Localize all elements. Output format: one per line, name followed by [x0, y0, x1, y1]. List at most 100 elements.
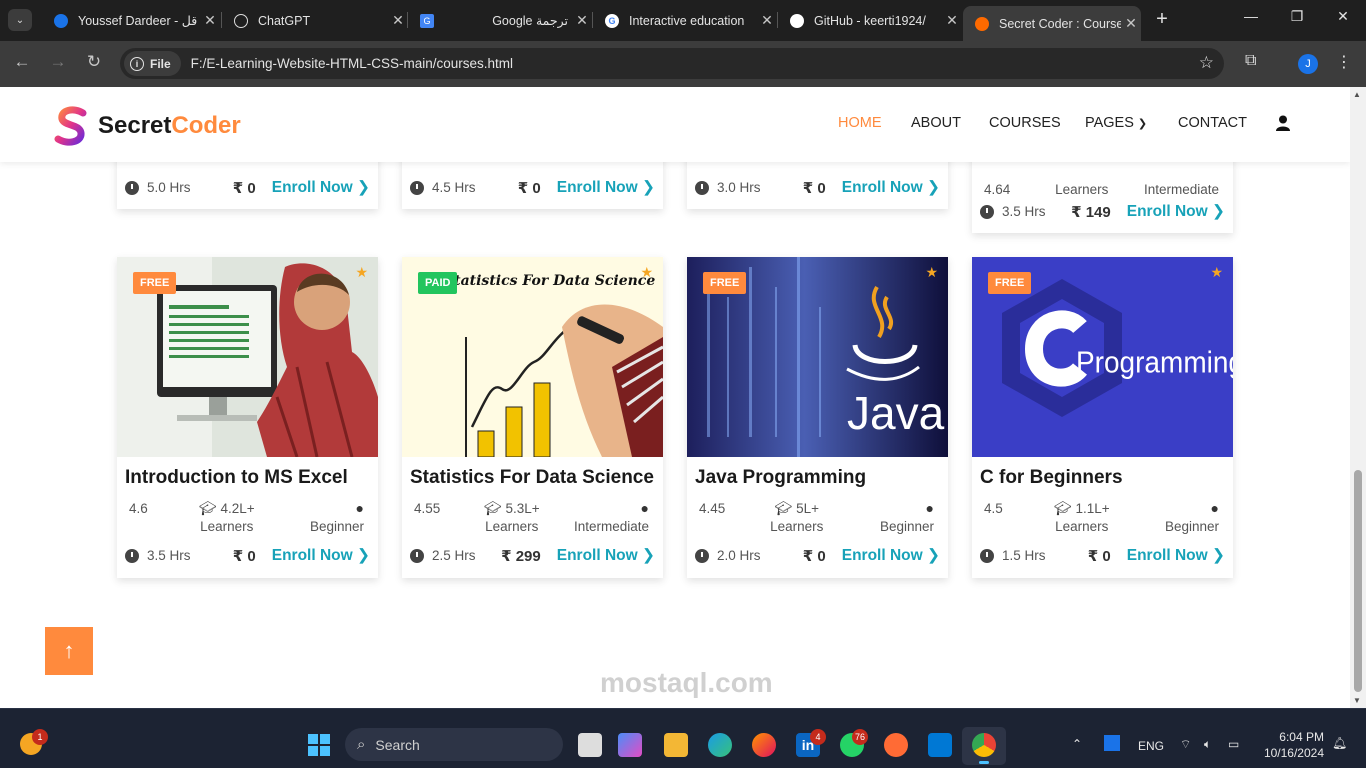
back-arrow-icon[interactable]: ← [10, 52, 34, 72]
nav-about[interactable]: ABOUT [911, 115, 961, 131]
close-tab-icon[interactable]: ✕ [200, 12, 220, 29]
extensions-icon[interactable]: ⧉ [1245, 52, 1256, 70]
close-tab-icon[interactable]: ✕ [572, 12, 592, 29]
clock-icon [125, 548, 139, 563]
course-title[interactable]: C for Beginners [972, 457, 1233, 490]
bookmark-star-icon[interactable]: ☆ [1199, 53, 1214, 73]
postman-icon[interactable] [884, 733, 908, 757]
hours-text: 2.0 Hrs [717, 548, 761, 563]
date-text: 10/16/2024 [1263, 746, 1324, 760]
edge-icon[interactable] [708, 733, 732, 757]
course-footer: 3.5 Hrs ₹ 0 Enroll Now ❯ [117, 537, 378, 578]
chrome-taskbar-button[interactable] [962, 727, 1006, 765]
firefox-icon[interactable] [752, 733, 776, 757]
course-thumbnail: Programming FREE [972, 257, 1233, 457]
course-card[interactable]: FREE Introduction to MS Excel ★ 4.6 🎓︎ 4.… [117, 257, 378, 578]
hours-text: 1.5 Hrs [1002, 548, 1046, 563]
language-indicator[interactable]: ENG [1138, 739, 1164, 753]
enroll-button[interactable]: Enroll Now ❯ [842, 546, 940, 565]
course-title[interactable]: Introduction to MS Excel [117, 457, 378, 490]
logo-text: SecretCoder [98, 112, 241, 139]
close-tab-icon[interactable]: ✕ [942, 12, 962, 29]
tab-search-button[interactable]: ⌄ [8, 9, 32, 31]
learners-label: Learners [485, 519, 539, 534]
site-logo[interactable]: SecretCoder [50, 104, 241, 148]
profile-favicon-icon [54, 13, 68, 28]
secret-coder-favicon-icon [975, 16, 989, 31]
restore-button[interactable]: ❐ [1282, 8, 1312, 25]
level: Beginner [879, 519, 934, 534]
course-card[interactable]: Java FREE Java Programming ★ 4.45 🎓︎ 5L+ L… [687, 257, 948, 578]
tab-github[interactable]: GitHub - keerti1924/ ✕ [778, 6, 962, 35]
notification-badge: 4 [810, 729, 826, 745]
scrollbar-thumb[interactable] [1354, 470, 1362, 692]
enroll-button[interactable]: Enroll Now ❯ [272, 178, 370, 197]
tab-chatgpt[interactable]: ChatGPT ✕ [222, 6, 408, 35]
learners-label: Learners [1055, 519, 1109, 534]
course-card[interactable]: Statistics For Data Science PAID Statist… [402, 257, 663, 578]
windows-start-icon[interactable] [308, 734, 330, 756]
url-text[interactable]: F:/E-Learning-Website-HTML-CSS-main/cour… [191, 56, 513, 71]
course-card[interactable]: Programming FREE C for Beginners ★ 4.5 🎓︎… [972, 257, 1233, 578]
vscode-icon[interactable] [928, 733, 952, 757]
search-placeholder: Search [375, 736, 420, 753]
scroll-up-icon[interactable]: ▲ [1353, 90, 1361, 99]
search-icon: ⌕ [357, 736, 366, 753]
wifi-icon[interactable]: ⌔ [1180, 737, 1191, 752]
page-scrollbar[interactable]: ▲ ▼ [1350, 87, 1366, 708]
address-bar[interactable]: i File F:/E-Learning-Website-HTML-CSS-ma… [120, 48, 1224, 79]
user-icon: ● [640, 500, 649, 516]
tab-google-translate[interactable]: G Google ترجمة ✕ [408, 6, 592, 35]
clock-icon [980, 548, 994, 563]
volume-icon[interactable]: 🔈︎ [1204, 737, 1211, 752]
chevron-up-icon[interactable]: ⌃ [1072, 737, 1082, 751]
close-tab-icon[interactable]: ✕ [757, 12, 777, 29]
tab-interactive-education[interactable]: G Interactive education ✕ [593, 6, 777, 35]
close-tab-icon[interactable]: ✕ [1121, 15, 1141, 32]
enroll-button[interactable]: Enroll Now ❯ [557, 178, 655, 197]
forward-arrow-icon[interactable]: → [46, 52, 70, 72]
security-icon[interactable] [1104, 735, 1120, 751]
notification-bell-icon[interactable]: 🔔︎ [1332, 736, 1347, 750]
tab-youssef[interactable]: Youssef Dardeer - قل ✕ [42, 6, 220, 35]
back-to-top-button[interactable]: ↑ [45, 627, 93, 675]
profile-avatar[interactable]: J [1298, 54, 1318, 74]
site-info-chip[interactable]: i File [124, 51, 181, 76]
learners-label: Learners [200, 519, 254, 534]
minimize-button[interactable]: — [1236, 8, 1266, 24]
enroll-button[interactable]: Enroll Now ❯ [1127, 202, 1225, 221]
time-text: 6:04 PM [1279, 730, 1324, 744]
course-meta: ★ 4.55 🎓︎ 5.3L+ Learners ● Intermediate [402, 264, 663, 537]
hours-text: 4.5 Hrs [432, 180, 476, 195]
nav-pages[interactable]: PAGES ❯ [1085, 115, 1147, 131]
nav-contact[interactable]: CONTACT [1178, 115, 1247, 131]
graduation-cap-icon: 🎓︎ 5.3L+ [483, 500, 540, 516]
menu-kebab-icon[interactable]: ⋮ [1336, 52, 1352, 72]
course-title[interactable]: Java Programming [687, 457, 948, 490]
enroll-button[interactable]: Enroll Now ❯ [272, 546, 370, 565]
free-badge: FREE [133, 272, 177, 294]
user-icon[interactable] [1276, 115, 1290, 135]
tab-secret-coder[interactable]: Secret Coder : Course ✕ [963, 6, 1141, 41]
enroll-button[interactable]: Enroll Now ❯ [557, 546, 655, 565]
scroll-down-icon[interactable]: ▼ [1353, 696, 1361, 705]
tab-title: Youssef Dardeer - قل [78, 14, 198, 28]
course-title[interactable]: Statistics For Data Science [402, 457, 663, 490]
site-header: SecretCoder HOME ABOUT COURSES PAGES ❯ C… [0, 87, 1350, 162]
nav-courses[interactable]: COURSES [989, 115, 1061, 131]
battery-icon[interactable]: ▭ [1228, 737, 1239, 751]
task-view-icon[interactable] [578, 733, 602, 757]
new-tab-button[interactable]: + [1150, 8, 1174, 31]
close-window-button[interactable]: ✕ [1328, 8, 1358, 25]
price: ₹ 0 [802, 179, 826, 197]
clock[interactable]: 6:04 PM 10/16/2024 [1260, 729, 1324, 761]
enroll-button[interactable]: Enroll Now ❯ [842, 178, 940, 197]
copilot-icon[interactable] [618, 733, 642, 757]
nav-home[interactable]: HOME [838, 115, 882, 131]
image-caption: Java [847, 387, 945, 439]
taskbar-search[interactable]: ⌕ Search [345, 728, 563, 761]
enroll-button[interactable]: Enroll Now ❯ [1127, 546, 1225, 565]
reload-icon[interactable]: ↻ [82, 52, 106, 72]
close-tab-icon[interactable]: ✕ [388, 12, 408, 29]
file-explorer-icon[interactable] [664, 733, 688, 757]
